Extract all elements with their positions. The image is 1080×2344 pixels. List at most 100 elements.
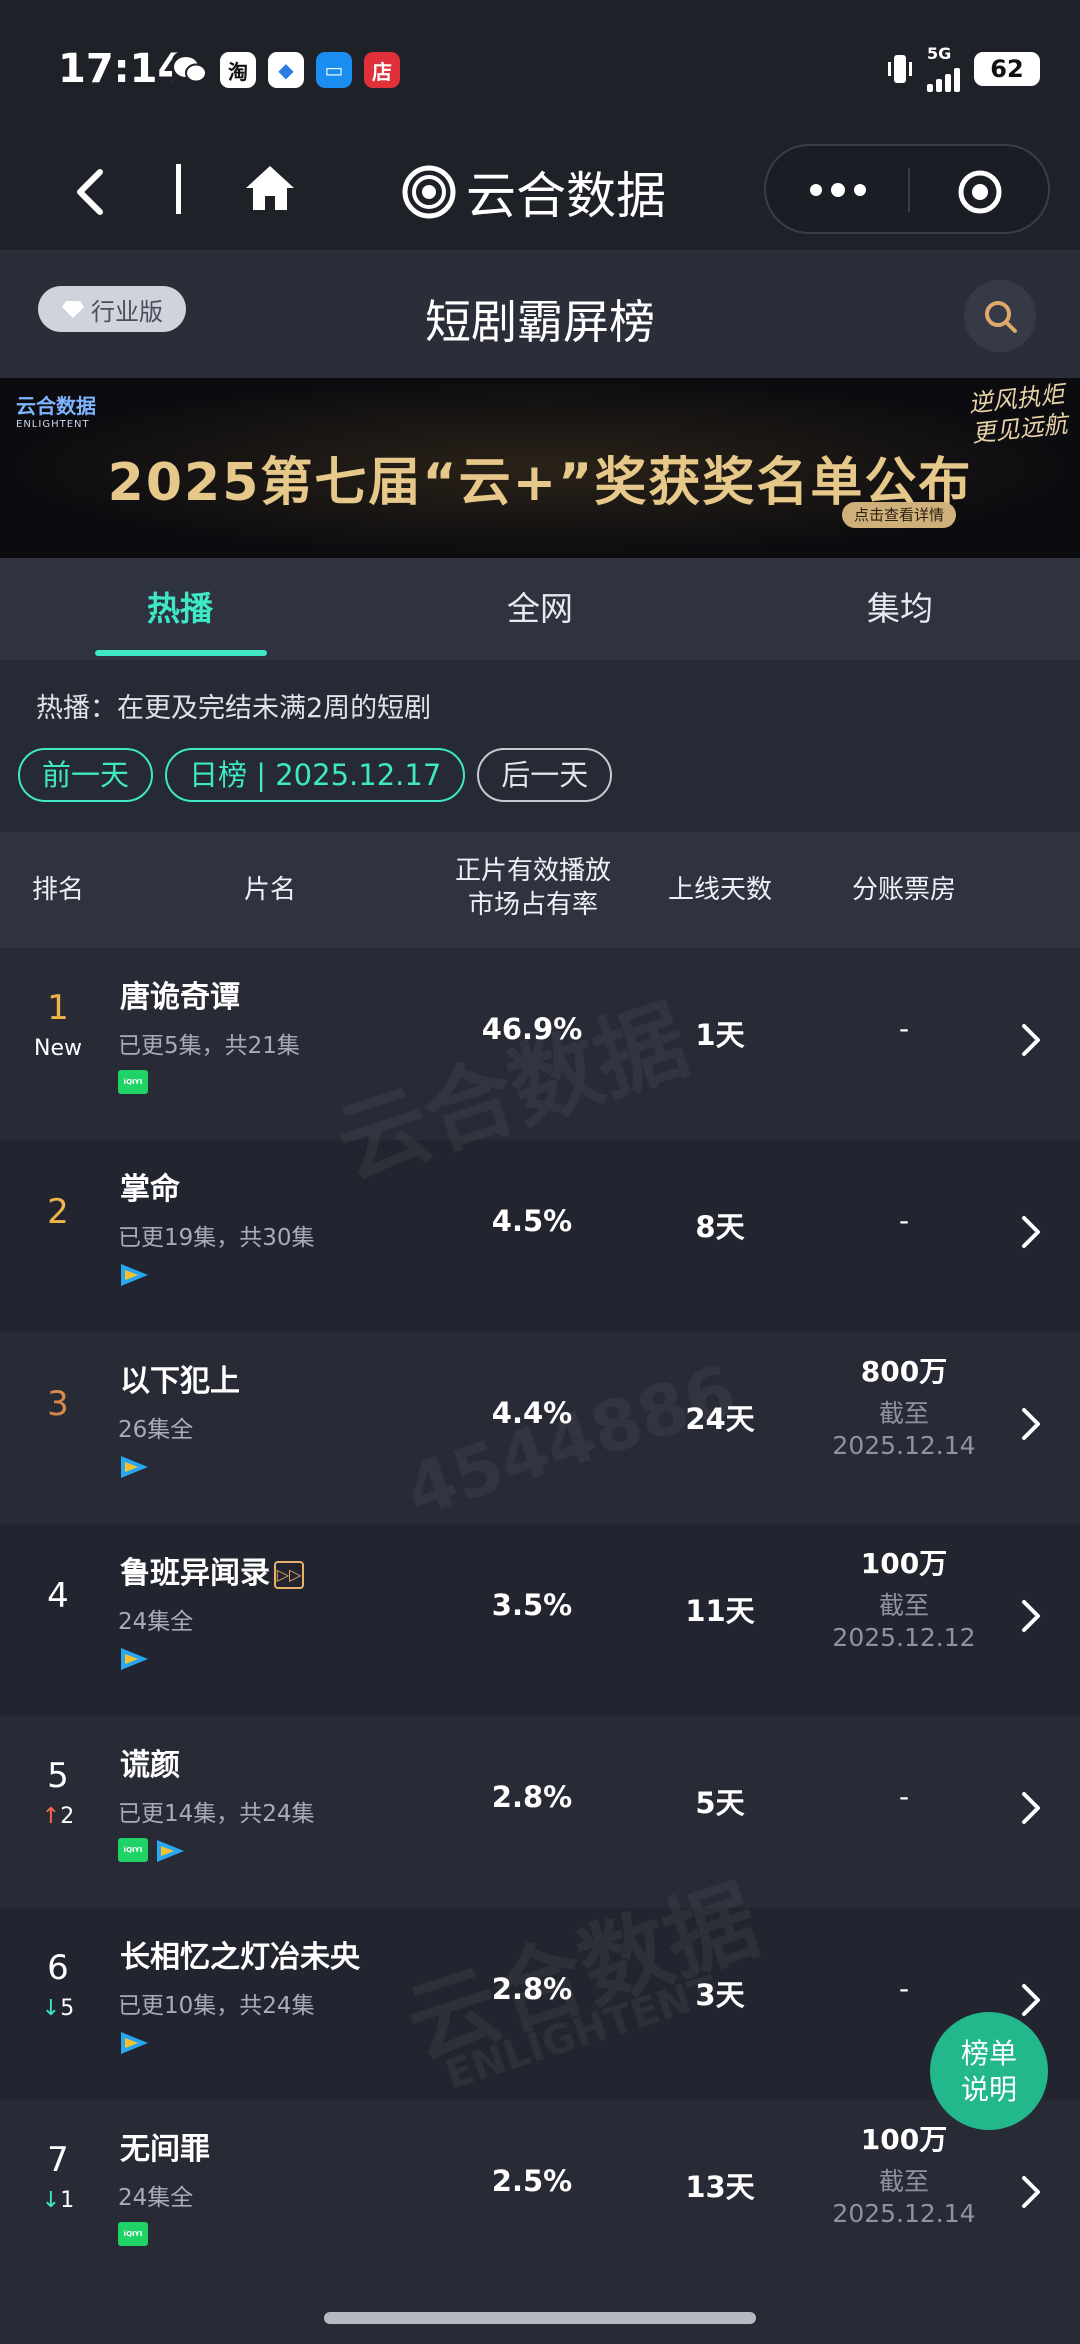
search-button[interactable] [964,280,1036,352]
drama-title: 唐诡奇谭 [120,980,240,1015]
notification-icons: 淘 ◆ ▭ 店 [172,52,400,88]
back-icon[interactable] [66,162,116,222]
page-header: 行业版 短剧霸屏榜 [0,250,1080,378]
table-row[interactable]: 6 ↓5 长相忆之灯冶未央 已更10集，共24集 2.8% 3天 - [0,1908,1080,2100]
mini-program-capsule [764,144,1050,234]
arrow-down-icon: ↓ [41,1996,61,2021]
status-indicators: 5G 62 [887,46,1040,92]
rank-change: New [34,1036,82,1061]
episode-status: 26集全 [118,1417,194,1443]
chevron-right-icon[interactable] [1020,1790,1042,1826]
tab-hot[interactable]: 热播 [0,558,360,660]
rank-change: ↑2 [0,1804,116,1829]
banner-cta[interactable]: 点击查看详情 [842,502,957,528]
app-message-icon: ▭ [316,52,352,88]
col-box-office: 分账票房 [851,875,956,905]
tab-all-network[interactable]: 全网 [360,558,720,660]
fast-forward-icon: ▷▷ [274,1560,304,1589]
rank-change-value: 1 [60,2188,75,2213]
episode-status: 24集全 [118,1609,194,1635]
box-office: 100万 截至 2025.12.12 [812,1542,996,1654]
platform-icons [118,1646,150,1672]
table-row[interactable]: 1 New 唐诡奇谭 已更5集，共21集 iQIYI 46.9% 1天 - [0,948,1080,1140]
home-icon[interactable] [242,160,298,216]
rank-change: ↓5 [0,1996,116,2021]
ranking-explanation-button[interactable]: 榜单 说明 [930,2012,1048,2130]
market-share: 2.8% [491,1780,573,1814]
nav-bar: 云合数据 [0,140,1080,250]
tencent-video-icon [121,2032,148,2054]
list-description: 热播：在更及完结未满2周的短剧 [36,693,432,724]
signal-icon: 5G [927,46,960,92]
chevron-right-icon[interactable] [1020,1214,1042,1250]
tencent-video-icon [121,1264,148,1286]
days-online: 24天 [685,1402,755,1436]
iqiyi-icon: iQIYI [118,2222,148,2246]
app-title-text: 云合数据 [466,167,666,225]
arrow-up-icon: ↑ [41,1804,61,1829]
box-office-date: 2025.12.12 [832,1623,976,1652]
tab-active-indicator [95,650,267,656]
drama-title: 无间罪 [120,2132,210,2167]
status-time: 17:14 [58,46,186,92]
table-row[interactable]: 4 鲁班异闻录 ▷▷ 24集全 3.5% 11天 100万 截至 2025.12.… [0,1524,1080,1716]
search-icon [985,301,1017,333]
box-office-value: 800万 [860,1355,948,1388]
rank-number: 5 [47,1756,69,1796]
close-mini-program-icon[interactable] [956,168,1004,216]
days-online: 3天 [695,1978,745,2012]
chevron-right-icon[interactable] [1020,1598,1042,1634]
box-office-note: 截至 [878,1591,929,1620]
box-office-date: 2025.12.14 [832,2199,976,2228]
table-row[interactable]: 7 ↓1 无间罪 24集全 iQIYI 2.5% 13天 100万 截至 202… [0,2100,1080,2344]
table-row[interactable]: 2 掌命 已更19集，共30集 4.5% 8天 - [0,1140,1080,1332]
box-office-note: 截至 [878,1399,929,1428]
date-selector[interactable]: 日榜 | 2025.12.17 [165,748,466,802]
arrow-down-icon: ↓ [41,2188,61,2213]
more-icon[interactable] [808,180,868,200]
wechat-icon [172,52,208,88]
col-title: 片名 [243,875,296,905]
drama-title: 长相忆之灯冶未央 [120,1940,360,1975]
tencent-video-icon [157,1840,184,1862]
drama-title: 鲁班异闻录 [120,1556,270,1591]
platform-icons: iQIYI [118,1070,148,1094]
banner-logo: 云合数据 ENLIGHTENT [16,394,96,430]
days-online: 11天 [685,1594,755,1628]
vibrate-icon [888,55,912,83]
platform-icons [118,1262,150,1288]
drama-title: 以下犯上 [120,1364,240,1399]
chevron-right-icon[interactable] [1020,1982,1042,2018]
app-bird-icon: ◆ [268,52,304,88]
iqiyi-icon: iQIYI [118,1838,148,1862]
date-navigator: 前一天 日榜 | 2025.12.17 后一天 [18,748,613,802]
table-row[interactable]: 3 以下犯上 26集全 4.4% 24天 800万 截至 2025.12.14 [0,1332,1080,1524]
store-icon: 店 [364,52,400,88]
box-office: - [898,1204,910,1237]
market-share: 4.5% [491,1204,573,1238]
episode-status: 已更14集，共24集 [118,1801,315,1827]
home-indicator[interactable] [324,2312,756,2324]
promo-banner[interactable]: 云合数据 ENLIGHTENT 2025第七届“云+”奖获奖名单公布 逆风执炬 … [0,378,1080,558]
box-office: 100万 截至 2025.12.14 [812,2118,996,2230]
nav-divider [176,164,181,214]
episode-status: 已更5集，共21集 [118,1033,300,1059]
banner-slogan: 逆风执炬 更见远航 [967,380,1069,448]
prev-day-button[interactable]: 前一天 [18,748,154,802]
box-office-note: 截至 [878,2167,929,2196]
platform-icons: iQIYI [118,1838,186,1864]
rank-number: 7 [47,2140,69,2180]
chevron-right-icon[interactable] [1020,1406,1042,1442]
filter-area: 热播：在更及完结未满2周的短剧 前一天 日榜 | 2025.12.17 后一天 [0,660,1080,832]
chevron-right-icon[interactable] [1020,1022,1042,1058]
episode-status: 24集全 [118,2185,194,2211]
iqiyi-icon: iQIYI [118,1070,148,1094]
chevron-right-icon[interactable] [1020,2174,1042,2210]
tab-bar: 热播 全网 集均 [0,558,1080,660]
next-day-button[interactable]: 后一天 [477,748,613,802]
box-office: 800万 截至 2025.12.14 [812,1350,996,1462]
table-row[interactable]: 5 ↑2 谎颜 已更14集，共24集 iQIYI 2.8% 5天 - [0,1716,1080,1908]
episode-status: 已更10集，共24集 [118,1993,315,2019]
tab-per-episode[interactable]: 集均 [720,558,1080,660]
market-share: 2.8% [491,1972,573,2006]
